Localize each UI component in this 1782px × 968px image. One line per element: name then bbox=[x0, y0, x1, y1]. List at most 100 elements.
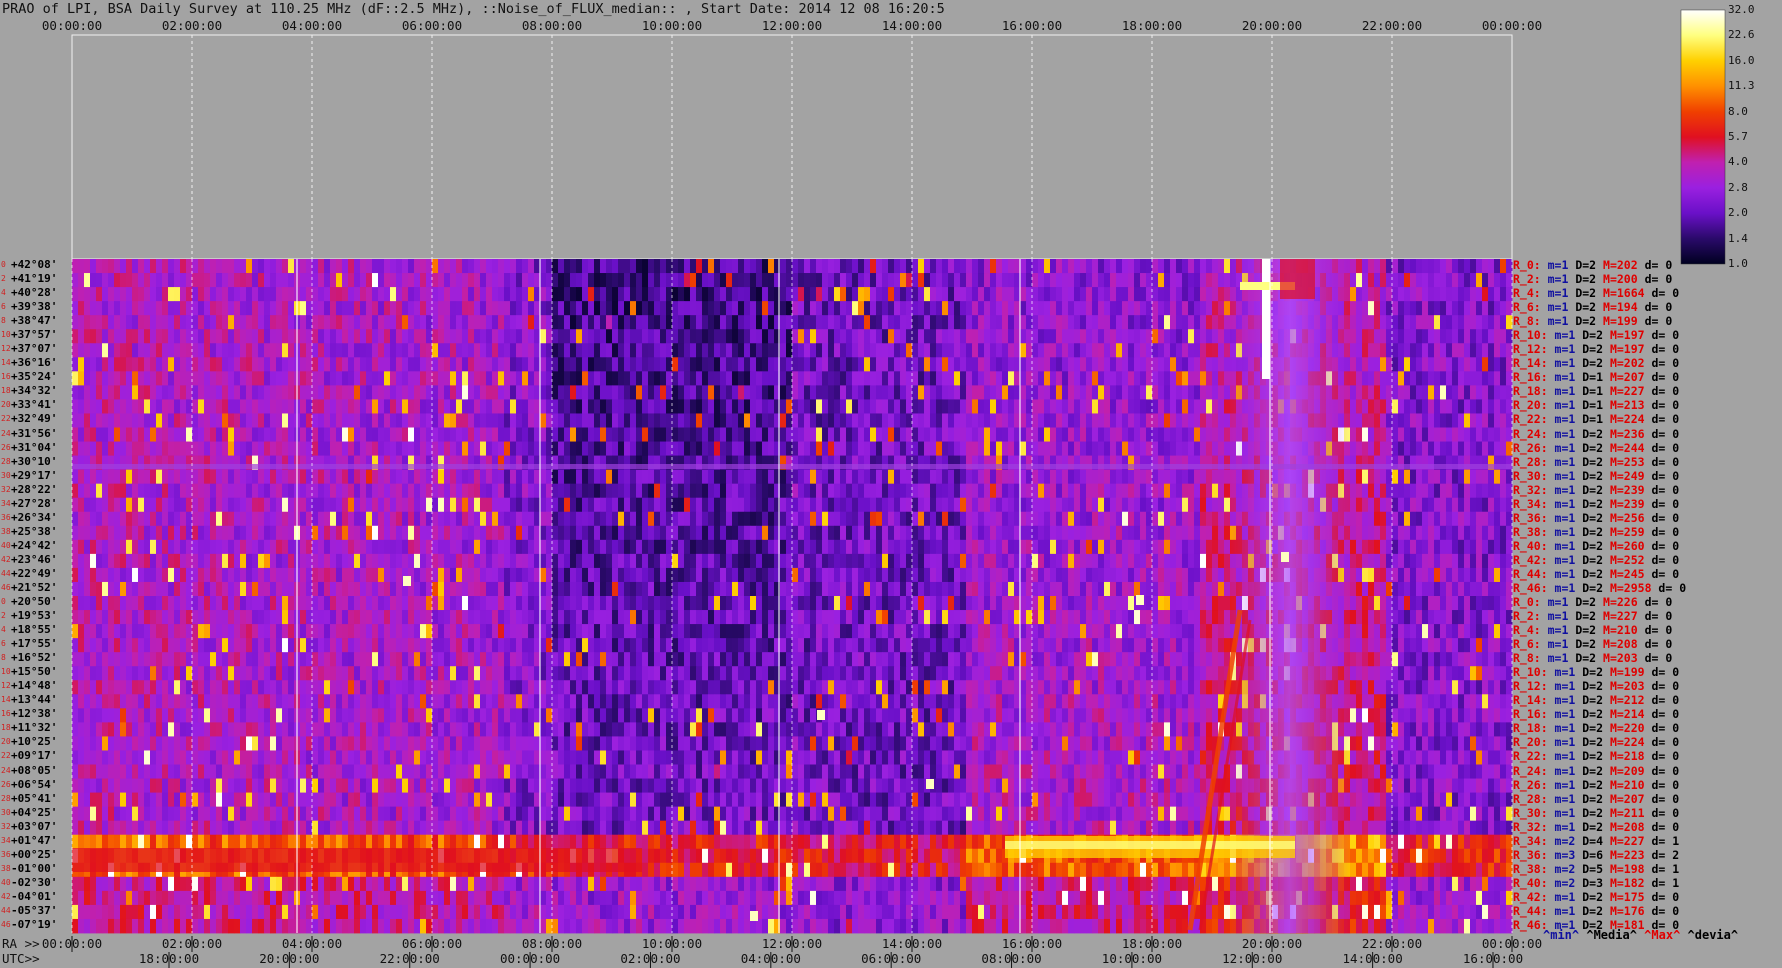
heatmap-cell bbox=[1434, 399, 1441, 414]
heatmap-cell bbox=[798, 399, 805, 414]
heatmap-cell bbox=[1464, 497, 1471, 513]
heatmap-cell bbox=[1182, 273, 1189, 288]
heatmap-cell bbox=[198, 357, 205, 372]
heatmap-cell bbox=[204, 371, 211, 386]
heatmap-cell bbox=[1218, 525, 1225, 541]
heatmap-cell bbox=[630, 385, 637, 400]
heatmap-cell bbox=[210, 329, 217, 344]
heatmap-cell bbox=[1164, 497, 1171, 513]
heatmap-cell bbox=[132, 385, 139, 400]
heatmap-cell bbox=[300, 315, 307, 330]
heatmap-cell bbox=[492, 259, 499, 274]
heatmap-cell bbox=[96, 497, 103, 513]
heatmap-cell bbox=[318, 329, 325, 344]
heatmap-cell bbox=[1200, 399, 1207, 414]
heatmap-cell bbox=[786, 399, 793, 414]
heatmap-cell bbox=[1134, 259, 1141, 274]
heatmap-cell bbox=[1452, 371, 1459, 386]
heatmap-cell bbox=[918, 483, 925, 499]
heatmap-cell bbox=[144, 525, 151, 541]
heatmap-cell bbox=[1032, 273, 1039, 288]
heatmap-cell bbox=[918, 385, 925, 400]
heatmap-cell bbox=[522, 497, 529, 513]
heatmap-cell bbox=[420, 315, 427, 330]
heatmap-cell bbox=[822, 273, 829, 288]
heatmap-cell bbox=[450, 343, 457, 358]
heatmap-cell bbox=[432, 427, 439, 442]
heatmap-cell bbox=[1056, 343, 1063, 358]
heatmap-cell bbox=[618, 539, 625, 555]
heatmap-cell bbox=[744, 371, 751, 386]
heatmap-cell bbox=[714, 469, 721, 485]
heatmap-cell bbox=[186, 413, 193, 428]
heatmap-cell bbox=[1386, 483, 1393, 499]
heatmap-cell bbox=[768, 525, 775, 541]
heatmap-cell bbox=[1122, 357, 1129, 372]
heatmap-cell bbox=[90, 343, 97, 358]
heatmap-cell bbox=[258, 343, 265, 358]
heatmap-cell bbox=[1062, 385, 1069, 400]
heatmap-cell bbox=[270, 343, 277, 358]
heatmap-cell bbox=[894, 357, 901, 372]
heatmap-cell bbox=[1008, 315, 1015, 330]
heatmap-cell bbox=[726, 427, 733, 442]
heatmap-cell bbox=[882, 399, 889, 414]
heatmap-cell bbox=[246, 273, 253, 288]
heatmap-cell bbox=[582, 399, 589, 414]
heatmap-cell bbox=[1140, 315, 1147, 330]
heatmap-cell bbox=[582, 357, 589, 372]
heatmap-cell bbox=[372, 301, 379, 316]
heatmap-cell bbox=[810, 483, 817, 499]
heatmap-cell bbox=[750, 273, 757, 288]
heatmap-cell bbox=[1122, 273, 1129, 288]
heatmap-cell bbox=[1182, 301, 1189, 316]
heatmap-cell bbox=[1176, 371, 1183, 386]
heatmap-cell bbox=[474, 343, 481, 358]
heatmap-cell bbox=[198, 301, 205, 316]
heatmap-cell bbox=[1176, 273, 1183, 288]
heatmap-cell bbox=[1152, 287, 1159, 302]
heatmap-cell bbox=[1038, 329, 1045, 344]
heatmap-cell bbox=[222, 301, 229, 316]
heatmap-cell bbox=[438, 497, 445, 513]
heatmap-cell bbox=[432, 287, 439, 302]
heatmap-cell bbox=[1146, 385, 1153, 400]
heatmap-cell bbox=[426, 469, 433, 485]
heatmap-cell bbox=[318, 287, 325, 302]
heatmap-cell bbox=[354, 357, 361, 372]
heatmap-cell bbox=[222, 399, 229, 414]
heatmap-cell bbox=[1200, 329, 1207, 344]
heatmap-cell bbox=[102, 539, 109, 555]
heatmap-cell bbox=[894, 511, 901, 527]
heatmap-cell bbox=[1476, 385, 1483, 400]
heatmap-cell bbox=[570, 315, 577, 330]
heatmap-cell bbox=[594, 357, 601, 372]
heatmap-cell bbox=[1362, 385, 1369, 400]
heatmap-cell bbox=[564, 357, 571, 372]
heatmap-cell bbox=[504, 301, 511, 316]
heatmap-cell bbox=[864, 273, 871, 288]
heatmap-cell bbox=[168, 343, 175, 358]
heatmap-cell bbox=[672, 329, 679, 344]
heatmap-cell bbox=[864, 343, 871, 358]
heatmap-cell bbox=[906, 511, 913, 527]
heatmap-cell bbox=[828, 385, 835, 400]
heatmap-cell bbox=[948, 343, 955, 358]
heatmap-cell bbox=[828, 469, 835, 485]
heatmap-cell bbox=[660, 315, 667, 330]
heatmap-cell bbox=[618, 399, 625, 414]
heatmap-cell bbox=[1026, 357, 1033, 372]
heatmap-cell bbox=[540, 357, 547, 372]
heatmap-cell bbox=[1428, 511, 1435, 527]
heatmap-cell bbox=[84, 399, 91, 414]
heatmap-cell bbox=[726, 329, 733, 344]
heatmap-cell bbox=[570, 441, 577, 456]
heatmap-cell bbox=[222, 273, 229, 288]
heatmap-cell bbox=[330, 301, 337, 316]
heatmap-cell bbox=[450, 357, 457, 372]
heatmap-cell bbox=[918, 441, 925, 456]
heatmap-cell bbox=[966, 469, 973, 485]
heatmap-cell bbox=[156, 273, 163, 288]
heatmap-cell bbox=[594, 483, 601, 499]
heatmap-cell bbox=[1464, 371, 1471, 386]
